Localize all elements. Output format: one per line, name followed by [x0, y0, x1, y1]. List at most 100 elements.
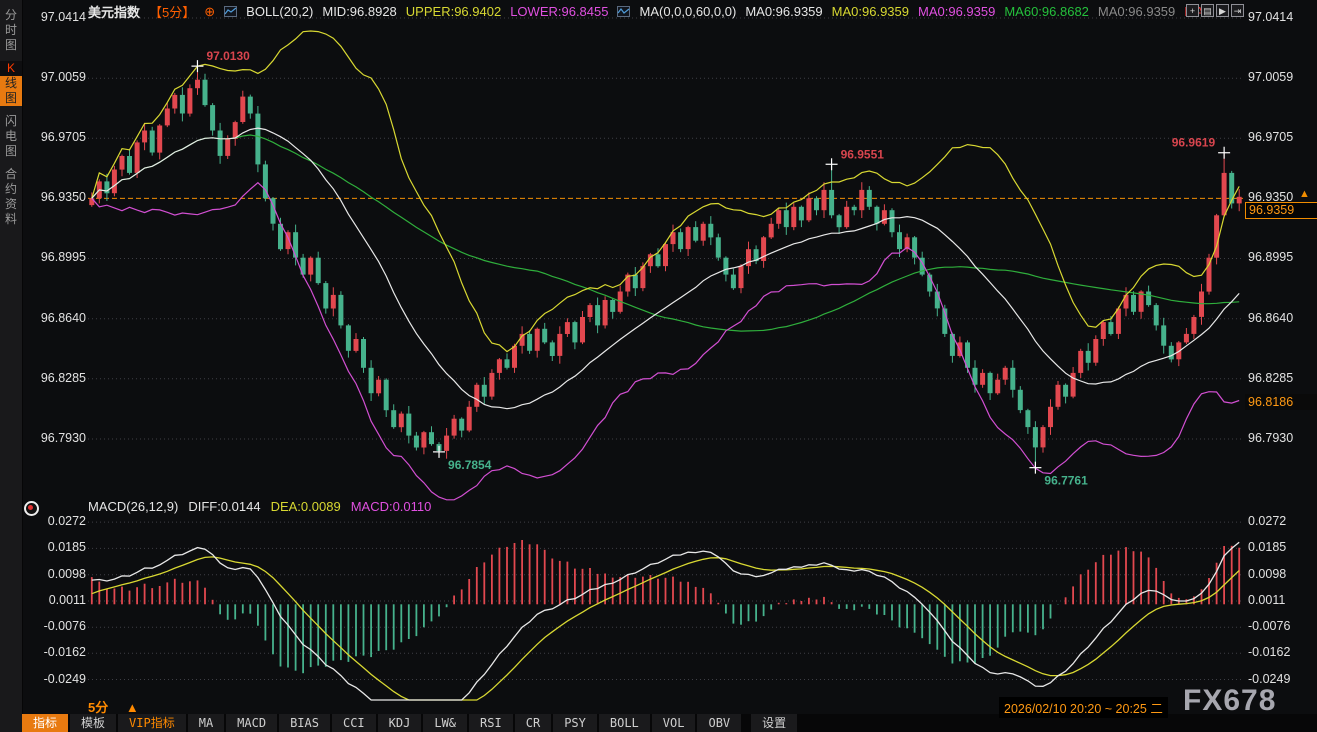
axis-tick-label: -0.0162 — [24, 645, 86, 659]
tab-psy[interactable]: PSY — [553, 714, 597, 732]
axis-tick-label: 0.0098 — [24, 567, 86, 581]
sidebar-item-char: 图 — [0, 144, 22, 159]
tab-kdj[interactable]: KDJ — [378, 714, 422, 732]
tab-cr[interactable]: CR — [515, 714, 551, 732]
macd-value: MACD:0.0110 — [351, 499, 432, 514]
sidebar-item-0[interactable]: 分时图 — [0, 8, 22, 53]
sidebar-item-char: 电 — [0, 129, 22, 144]
play-chart-icon[interactable]: ▶ — [1216, 4, 1229, 17]
axis-tick-label: 96.8285 — [24, 371, 86, 385]
boll-upper-value: UPPER:96.9402 — [406, 4, 501, 19]
axis-tick-label: 96.9705 — [24, 130, 86, 144]
candle-time-range: 2026/02/10 20:20 ~ 20:25 二 — [999, 697, 1168, 718]
macd-diff-line — [92, 542, 1239, 700]
axis-tick-label: 96.7930 — [24, 431, 86, 445]
tab-indicator[interactable]: 指标 — [22, 714, 68, 732]
sidebar-item-char: 闪 — [0, 114, 22, 129]
zoom-out-chart-icon[interactable]: ▤ — [1201, 4, 1214, 17]
extreme-price-label: 96.7761 — [1044, 474, 1088, 488]
sidebar-item-char: 资 — [0, 197, 22, 212]
price-up-arrow-icon: ▲ — [1299, 188, 1310, 200]
axis-tick-label: 0.0272 — [1248, 514, 1286, 528]
ma-name-label[interactable]: MA(0,0,0,60,0,0) — [639, 4, 736, 19]
axis-tick-label: 97.0059 — [24, 70, 86, 84]
sidebar-item-char: 分 — [0, 8, 22, 23]
tab-obv[interactable]: OBV — [697, 714, 741, 732]
sidebar-item-char: 料 — [0, 212, 22, 227]
axis-tick-label: -0.0249 — [24, 672, 86, 686]
ma-value-2: MA0:96.9359 — [832, 4, 909, 19]
sidebar-item-char: 图 — [0, 38, 22, 53]
axis-tick-label: 96.8640 — [24, 311, 86, 325]
tab-settings[interactable]: 设置 — [751, 714, 797, 732]
sidebar-item-char: 图 — [0, 91, 22, 106]
extreme-price-label: 96.9619 — [1172, 136, 1216, 150]
axis-tick-label: 96.8995 — [1248, 250, 1293, 264]
ma-value-5: MA0:96.9359 — [1098, 4, 1175, 19]
sidebar-item-2[interactable]: 闪电图 — [0, 114, 22, 159]
axis-tick-label: 96.8285 — [1248, 371, 1293, 385]
reference-price-badge: 96.8186 — [1245, 394, 1317, 410]
trading-app-window: 97.013096.785496.955196.776196.9619 分时图K… — [0, 0, 1317, 732]
axis-tick-label: -0.0076 — [1248, 619, 1290, 633]
ma-value-1: MA0:96.9359 — [745, 4, 822, 19]
macd-dea-value: DEA:0.0089 — [271, 499, 341, 514]
axis-tick-label: -0.0162 — [1248, 645, 1290, 659]
tab-ma[interactable]: MA — [188, 714, 224, 732]
axis-tick-label: 96.9705 — [1248, 130, 1293, 144]
macd-header-bar: MACD(26,12,9) DIFF:0.0144 DEA:0.0089 MAC… — [88, 499, 431, 514]
boll-name-label[interactable]: BOLL(20,2) — [246, 4, 313, 19]
axis-tick-label: 0.0185 — [24, 540, 86, 554]
footer-timeframe-label[interactable]: 5分 — [88, 700, 108, 715]
split-view-icon[interactable]: + — [1186, 4, 1199, 17]
axis-tick-label: 0.0098 — [1248, 567, 1286, 581]
extreme-price-label: 96.9551 — [841, 147, 885, 161]
axis-tick-label: 96.8640 — [1248, 311, 1293, 325]
axis-tick-label: 97.0059 — [1248, 70, 1293, 84]
tab-macd[interactable]: MACD — [226, 714, 277, 732]
sidebar-item-1[interactable]: K线图 — [0, 61, 22, 106]
timeframe-up-arrow-icon[interactable]: ▲ — [126, 700, 139, 715]
last-price-badge: 96.9359 — [1245, 202, 1317, 219]
candles-layer — [89, 66, 1241, 468]
axis-tick-label: 97.0414 — [24, 10, 86, 24]
boll-lower-value: LOWER:96.8455 — [510, 4, 608, 19]
timeframe-label: 【5分】 — [149, 2, 195, 21]
axis-tick-label: -0.0076 — [24, 619, 86, 633]
axis-tick-label: 0.0272 — [24, 514, 86, 528]
tab-bias[interactable]: BIAS — [279, 714, 330, 732]
tab-vip-indicator[interactable]: VIP指标 — [118, 714, 186, 732]
left-sidebar: 分时图K线图闪电图合约资料 — [0, 0, 23, 732]
boll-mid-value: MID:96.8928 — [322, 4, 396, 19]
axis-tick-label: 0.0011 — [24, 593, 86, 607]
macd-diff-value: DIFF:0.0144 — [188, 499, 260, 514]
mini-chart-icon — [224, 6, 237, 17]
circle-plus-icon[interactable]: ⊕ — [204, 4, 215, 20]
tab-template[interactable]: 模板 — [70, 714, 116, 732]
price-annotations-layer: 97.0130 96.7854 96.9551 96.7761 96.9619 — [191, 49, 1230, 488]
tab-rsi[interactable]: RSI — [469, 714, 513, 732]
axis-tick-label: 96.7930 — [1248, 431, 1293, 445]
boll-lower-line — [92, 183, 1239, 500]
tab-lw[interactable]: LW& — [423, 714, 467, 732]
next-page-icon[interactable]: ⇥ — [1231, 4, 1244, 17]
instrument-title: 美元指数 — [88, 2, 140, 21]
tab-boll[interactable]: BOLL — [599, 714, 650, 732]
axis-tick-label: 96.9350 — [24, 190, 86, 204]
tab-cci[interactable]: CCI — [332, 714, 376, 732]
extreme-price-label: 97.0130 — [206, 49, 250, 63]
chart-toolbar: + ▤ ▶ ⇥ — [1186, 4, 1244, 17]
macd-name-label[interactable]: MACD(26,12,9) — [88, 499, 178, 514]
fx678-watermark: FX678 — [1183, 684, 1276, 718]
extreme-price-label: 96.7854 — [448, 458, 492, 472]
candlestick-chart-canvas[interactable]: 97.0130 96.7854 96.9551 96.7761 96.9619 — [0, 0, 1317, 732]
sidebar-item-char: K — [0, 61, 22, 76]
axis-tick-label: -0.0249 — [1248, 672, 1290, 686]
sidebar-item-3[interactable]: 合约资料 — [0, 167, 22, 227]
tab-vol[interactable]: VOL — [652, 714, 696, 732]
sidebar-item-char: 约 — [0, 182, 22, 197]
chart-header-bar: 美元指数 【5分】 ⊕ BOLL(20,2) MID:96.8928 UPPER… — [88, 3, 1211, 20]
mini-chart-icon — [617, 6, 630, 17]
ma-value-3: MA0:96.9359 — [918, 4, 995, 19]
sidebar-item-char: 时 — [0, 23, 22, 38]
